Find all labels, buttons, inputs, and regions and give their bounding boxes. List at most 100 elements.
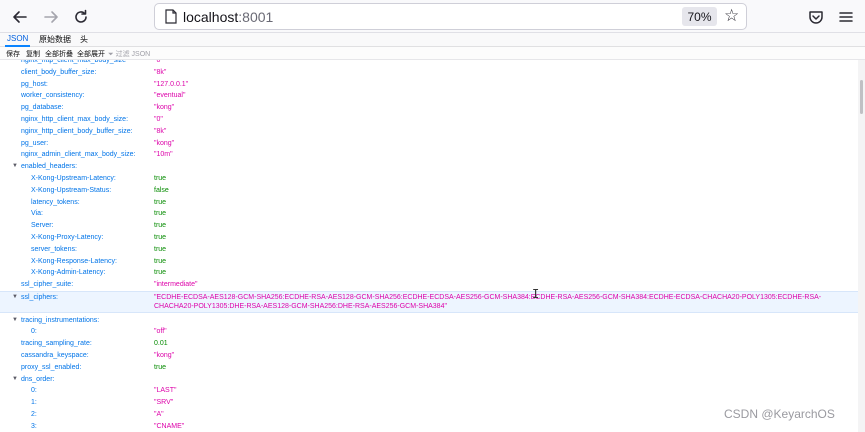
json-key: tracing_sampling_rate:: [21, 340, 92, 348]
json-value: "CNAME": [154, 422, 185, 430]
json-value: "0": [154, 60, 163, 64]
pocket-icon[interactable]: [805, 6, 827, 28]
json-row[interactable]: pg_host: "127.0.0.1": [0, 79, 858, 90]
filter-json-input[interactable]: ⏷ 过滤 JSON: [108, 49, 150, 59]
json-row[interactable]: 0: "LAST": [0, 385, 858, 396]
back-arrow-icon[interactable]: [9, 6, 31, 28]
json-key: tracing_instrumentations:: [21, 316, 100, 324]
json-key: X-Kong-Proxy-Latency:: [31, 234, 104, 241]
json-key: X-Kong-Response-Latency:: [31, 257, 117, 265]
bookmark-star-icon[interactable]: ☆: [724, 6, 739, 26]
json-value: true: [154, 363, 167, 371]
json-value: true: [154, 210, 167, 218]
json-row[interactable]: nginx_http_client_max_body_size: "0": [0, 114, 858, 125]
json-row[interactable]: worker_consistency: "eventual": [0, 90, 858, 101]
json-row[interactable]: X-Kong-Response-Latency: true: [0, 256, 858, 267]
json-value: "127.0.0.1": [154, 80, 189, 88]
tab-headers[interactable]: 头: [78, 34, 90, 47]
json-row[interactable]: X-Kong-Proxy-Latency: true: [0, 232, 858, 243]
json-key: X-Kong-Upstream-Status:: [31, 186, 112, 194]
json-key: cassandra_keyspace:: [21, 351, 89, 359]
expand-toggle-icon[interactable]: ▼: [12, 292, 18, 303]
json-value: "kong": [154, 139, 175, 147]
json-key: worker_consistency:: [21, 92, 85, 100]
json-toolbar: 保存 复制 全部折叠 全部展开 ⏷ 过滤 JSON: [0, 47, 865, 60]
json-value: "kong": [154, 351, 175, 359]
expand-toggle-icon[interactable]: ▼: [12, 161, 18, 172]
json-key: 0:: [31, 328, 37, 336]
save-button[interactable]: 保存: [6, 49, 20, 59]
json-key: pg_host:: [21, 80, 48, 88]
tab-json[interactable]: JSON: [5, 34, 31, 47]
expand-toggle-icon[interactable]: ▼: [12, 315, 18, 326]
json-row[interactable]: ▼ enabled_headers:: [0, 161, 858, 172]
json-value: "SRV": [154, 399, 174, 407]
forward-arrow-icon[interactable]: [40, 6, 62, 28]
json-row[interactable]: Server: true: [0, 220, 858, 231]
json-row[interactable]: cassandra_keyspace: "kong": [0, 350, 858, 361]
json-value: true: [154, 269, 167, 277]
json-value: false: [154, 186, 169, 194]
reload-icon[interactable]: [70, 6, 92, 28]
json-row[interactable]: 0: "off": [0, 326, 858, 337]
json-value: 0.01: [154, 340, 168, 348]
json-value: "ECDHE-ECDSA-AES128-GCM-SHA256:ECDHE-RSA…: [154, 294, 822, 310]
vertical-scrollbar[interactable]: [858, 60, 865, 432]
json-key: nginx_http_client_max_body_size:: [21, 116, 129, 123]
json-key: X-Kong-Admin-Latency:: [31, 269, 106, 277]
json-row[interactable]: X-Kong-Upstream-Latency: true: [0, 173, 858, 184]
json-row[interactable]: nginx_http_client_max_body_size "0": [0, 60, 858, 66]
browser-toolbar: localhost:8001 70% ☆: [0, 0, 865, 33]
json-row[interactable]: nginx_admin_client_max_body_size: "10m": [0, 149, 858, 160]
json-row[interactable]: X-Kong-Upstream-Status: false: [0, 185, 858, 196]
json-row[interactable]: latency_tokens: true: [0, 197, 858, 208]
json-key: server_tokens:: [31, 245, 77, 253]
json-row[interactable]: ssl_cipher_suite: "intermediate": [0, 279, 858, 290]
json-value: "LAST": [154, 387, 177, 395]
address-bar[interactable]: localhost:8001 70% ☆: [154, 3, 747, 30]
filter-icon: ⏷: [108, 51, 114, 58]
json-row[interactable]: proxy_ssl_enabled: true: [0, 362, 858, 373]
copy-button[interactable]: 复制: [26, 49, 40, 59]
json-row[interactable]: pg_database: "kong": [0, 102, 858, 113]
json-row[interactable]: 3: "CNAME": [0, 421, 858, 432]
json-value: "8k": [154, 127, 167, 135]
json-key: nginx_http_client_body_buffer_size:: [21, 127, 133, 135]
json-key: latency_tokens:: [31, 198, 80, 206]
json-key: nginx_admin_client_max_body_size:: [21, 151, 136, 159]
expand-all-button[interactable]: 全部展开: [77, 49, 105, 59]
json-row[interactable]: nginx_http_client_body_buffer_size: "8k": [0, 126, 858, 137]
scrollbar-thumb[interactable]: [860, 80, 863, 114]
json-key: ssl_cipher_suite:: [21, 281, 74, 289]
json-value: true: [154, 222, 167, 230]
json-row[interactable]: tracing_sampling_rate: 0.01: [0, 338, 858, 349]
url-text[interactable]: localhost:8001: [183, 9, 273, 25]
json-row[interactable]: pg_user: "kong": [0, 138, 858, 149]
json-row[interactable]: X-Kong-Admin-Latency: true: [0, 267, 858, 278]
expand-toggle-icon[interactable]: ▼: [12, 374, 18, 385]
json-row[interactable]: ▼ ssl_ciphers: "ECDHE-ECDSA-AES128-GCM-SHA…: [0, 291, 858, 313]
json-key: 1:: [31, 399, 37, 407]
hamburger-menu-icon[interactable]: [835, 6, 857, 28]
json-row[interactable]: server_tokens: true: [0, 244, 858, 255]
zoom-level-badge[interactable]: 70%: [682, 7, 717, 26]
json-key: proxy_ssl_enabled:: [21, 363, 82, 371]
json-key: dns_order:: [21, 375, 55, 383]
json-row[interactable]: ▼ tracing_instrumentations:: [0, 315, 858, 326]
tab-raw-data[interactable]: 原始数据: [37, 34, 73, 47]
json-value: true: [154, 245, 167, 253]
json-key: 3:: [31, 422, 37, 430]
json-key: Server:: [31, 222, 54, 230]
collapse-all-button[interactable]: 全部折叠: [45, 49, 73, 59]
json-key: pg_database:: [21, 104, 64, 112]
json-key: 2:: [31, 410, 37, 418]
json-value: "eventual": [154, 92, 186, 100]
watermark: CSDN @KeyarchOS: [724, 407, 835, 421]
json-key: pg_user:: [21, 139, 49, 147]
page-icon: [165, 9, 177, 24]
json-row[interactable]: client_body_buffer_size: "8k": [0, 67, 858, 78]
json-value: "off": [154, 328, 167, 336]
json-row[interactable]: ▼ dns_order:: [0, 374, 858, 385]
json-value: "0": [154, 116, 163, 123]
json-row[interactable]: Via: true: [0, 208, 858, 219]
